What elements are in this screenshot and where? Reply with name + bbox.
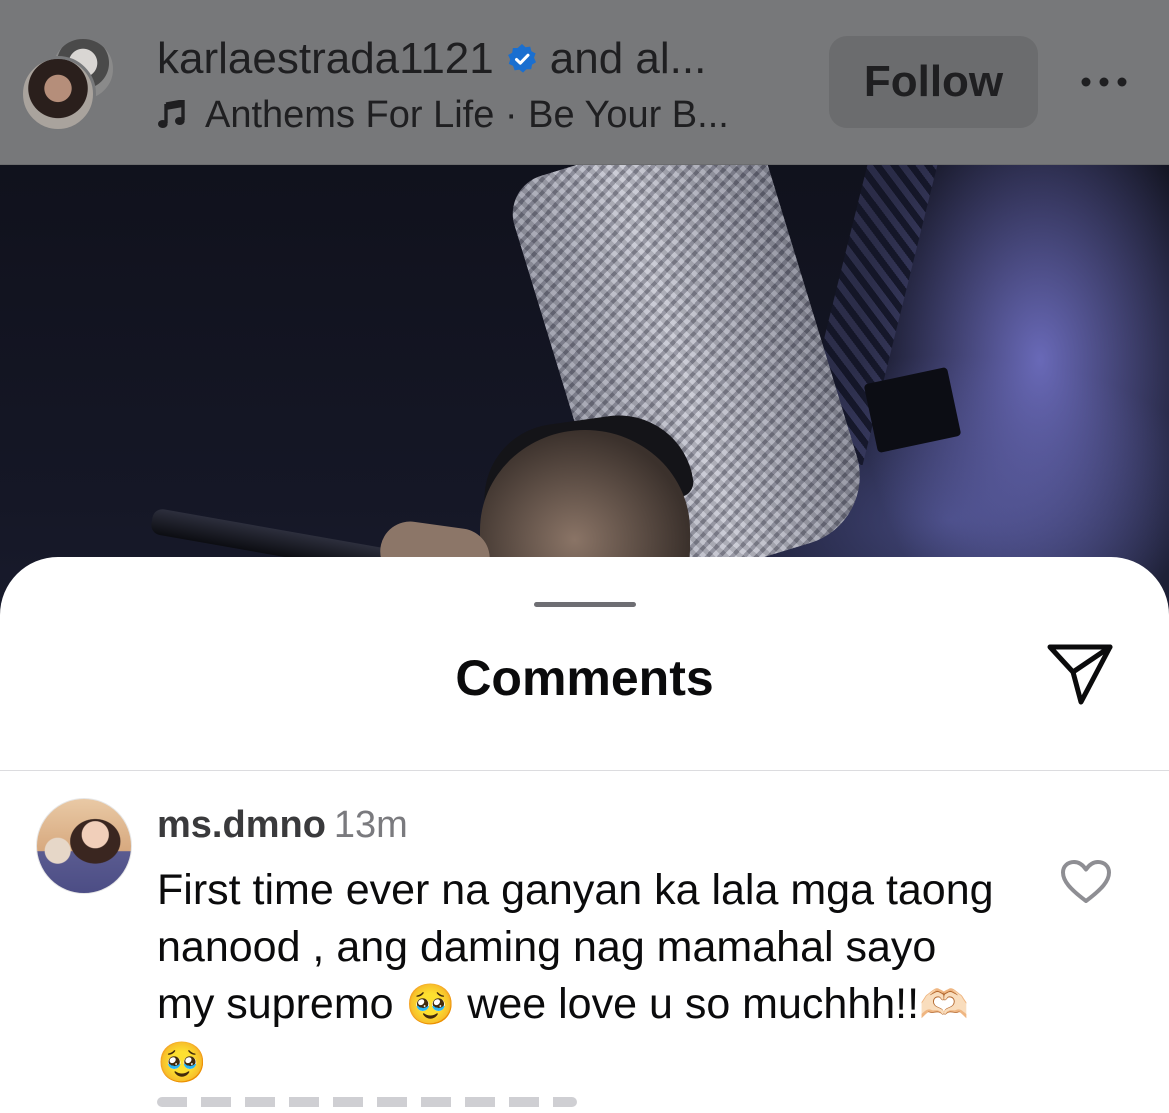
audio-link[interactable]: Anthems For Life · Be Your B... xyxy=(157,93,729,137)
collaborators-label[interactable]: and al... xyxy=(550,34,707,84)
author-username[interactable]: karlaestrada1121 xyxy=(157,34,494,84)
audio-label[interactable]: Anthems For Life · Be Your B... xyxy=(205,94,729,137)
comment-text: First time ever na ganyan ka lala mga ta… xyxy=(157,862,997,1092)
comment-time: 13m xyxy=(333,804,408,846)
next-comment-peek xyxy=(157,1097,577,1107)
sheet-drag-handle[interactable] xyxy=(534,602,636,607)
heart-icon[interactable] xyxy=(1060,859,1112,905)
commenter-username[interactable]: ms.dmno xyxy=(157,804,326,846)
author-avatar[interactable] xyxy=(20,56,96,132)
verified-badge-icon xyxy=(507,44,536,73)
sheet-divider xyxy=(0,770,1169,771)
music-note-icon xyxy=(158,100,185,128)
sheet-title: Comments xyxy=(455,650,714,706)
comment-header: ms.dmno 13m xyxy=(157,804,408,847)
follow-button[interactable]: Follow xyxy=(829,36,1038,128)
send-icon[interactable] xyxy=(1046,641,1114,707)
post-author[interactable]: karlaestrada1121 and al... xyxy=(157,32,706,86)
comments-sheet: Comments ms.dmno 13m First time ever na g… xyxy=(0,557,1169,1113)
pleading-face-emoji: 🥹 xyxy=(405,982,456,1028)
post-header: karlaestrada1121 and al... Anthems For L… xyxy=(0,0,1169,165)
commenter-avatar[interactable] xyxy=(36,798,132,894)
heart-hands-emoji: 🫶🏻 xyxy=(919,982,969,1028)
more-options-icon[interactable] xyxy=(1078,70,1130,94)
pleading-face-emoji-2: 🥹 xyxy=(157,1040,207,1086)
comment-text-part2: wee love u so muchhh!! xyxy=(467,980,920,1028)
